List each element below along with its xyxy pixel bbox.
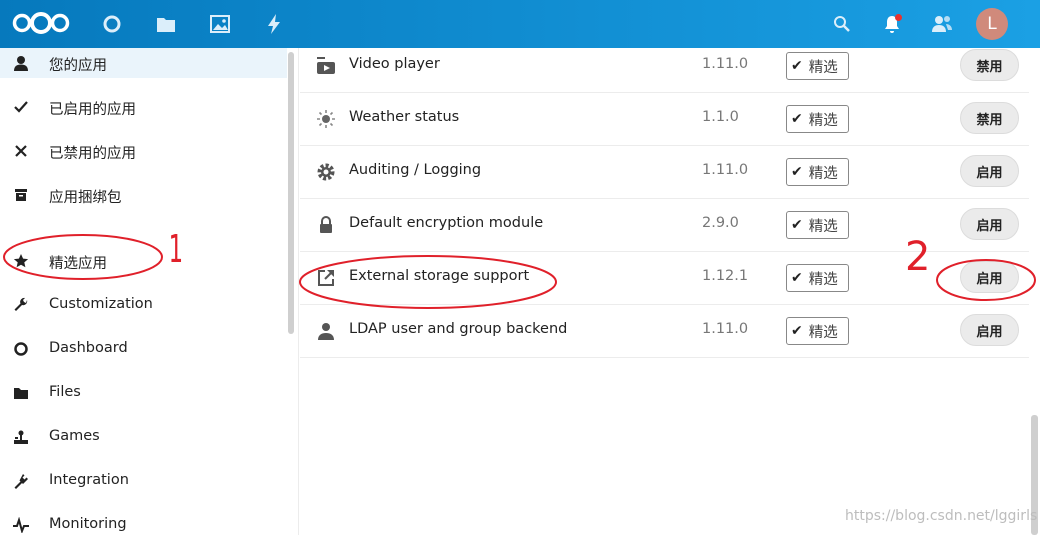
sidebar-item-label: 已启用的应用 [49, 102, 136, 118]
check-icon: ✔ [791, 164, 803, 180]
disable-button[interactable]: 禁用 [960, 102, 1019, 134]
enable-button[interactable]: 启用 [960, 208, 1019, 240]
check-icon: ✔ [791, 217, 803, 233]
app-name[interactable]: Video player [349, 56, 440, 72]
featured-badge: ✔ 精选 [786, 211, 849, 239]
sidebar-item-label: Monitoring [49, 516, 127, 532]
sidebar-item-customization[interactable]: Customization [0, 286, 287, 326]
badge-label: 精选 [808, 112, 838, 129]
app-row-external-storage: External storage support 1.12.1 ✔ 精选 启用 [300, 251, 1029, 305]
files-icon[interactable] [154, 12, 178, 36]
pulse-icon [12, 516, 30, 534]
app-name[interactable]: External storage support [349, 268, 529, 284]
contacts-icon[interactable] [930, 12, 954, 36]
app-version: 1.11.0 [702, 162, 749, 178]
user-icon [12, 54, 30, 72]
user-icon [316, 321, 336, 341]
sidebar-item-app-bundles[interactable]: 应用捆绑包 [0, 176, 287, 216]
app-name[interactable]: Default encryption module [349, 215, 543, 231]
sidebar-item-label: Customization [49, 296, 153, 312]
external-link-icon [316, 268, 336, 288]
lock-icon [316, 215, 336, 235]
featured-badge: ✔ 精选 [786, 105, 849, 133]
app-row-default-encryption: Default encryption module 2.9.0 ✔ 精选 启用 [300, 198, 1029, 252]
sidebar-item-integration[interactable]: Integration [0, 462, 287, 502]
enable-button[interactable]: 启用 [960, 155, 1019, 187]
featured-badge: ✔ 精选 [786, 317, 849, 345]
folder-icon [12, 384, 30, 402]
app-version: 2.9.0 [702, 215, 739, 231]
disable-button[interactable]: 禁用 [960, 49, 1019, 81]
bundle-icon [12, 186, 30, 204]
app-name[interactable]: Auditing / Logging [349, 162, 481, 178]
sidebar-item-dashboard[interactable]: Dashboard [0, 330, 287, 370]
check-icon: ✔ [791, 111, 803, 127]
check-icon [12, 98, 30, 116]
sun-icon [316, 109, 336, 129]
sidebar-item-label: 已禁用的应用 [49, 146, 136, 162]
sidebar-item-label: 精选应用 [49, 256, 107, 272]
sidebar-item-label: 应用捆绑包 [49, 190, 122, 206]
app-version: 1.1.0 [702, 109, 739, 125]
sidebar-item-label: Files [49, 384, 81, 400]
enable-button[interactable]: 启用 [960, 261, 1019, 293]
app-version: 1.11.0 [702, 56, 749, 72]
search-icon[interactable] [830, 12, 854, 36]
featured-badge: ✔ 精选 [786, 264, 849, 292]
avatar[interactable]: L [976, 8, 1008, 40]
sidebar-item-monitoring[interactable]: Monitoring [0, 506, 287, 546]
featured-badge: ✔ 精选 [786, 52, 849, 80]
plug-icon [12, 472, 30, 490]
app-row-weather-status: Weather status 1.1.0 ✔ 精选 禁用 [300, 92, 1029, 146]
watermark: https://blog.csdn.net/lggirls [845, 508, 1038, 524]
sidebar-item-enabled-apps[interactable]: 已启用的应用 [0, 88, 287, 128]
app-row-ldap: LDAP user and group backend 1.11.0 ✔ 精选 启… [300, 304, 1029, 358]
sidebar-item-your-apps[interactable]: 您的应用 [0, 44, 287, 84]
joystick-icon [12, 428, 30, 446]
sidebar-scrollbar[interactable] [288, 52, 294, 334]
video-icon [316, 56, 336, 76]
app-name[interactable]: Weather status [349, 109, 459, 125]
sidebar-item-files[interactable]: Files [0, 374, 287, 414]
badge-label: 精选 [808, 324, 838, 341]
sidebar-item-label: Integration [49, 472, 129, 488]
check-icon: ✔ [791, 323, 803, 339]
sidebar-item-games[interactable]: Games [0, 418, 287, 458]
badge-label: 精选 [808, 165, 838, 182]
badge-label: 精选 [808, 271, 838, 288]
sidebar-item-disabled-apps[interactable]: 已禁用的应用 [0, 132, 287, 172]
sidebar-item-label: 您的应用 [49, 58, 107, 74]
gear-icon [316, 162, 336, 182]
check-icon: ✔ [791, 270, 803, 286]
sidebar-item-label: Games [49, 428, 100, 444]
app-sidebar: 您的应用 已启用的应用 已禁用的应用 应用捆绑包 精选应用 Customizat… [0, 48, 299, 535]
enable-button[interactable]: 启用 [960, 314, 1019, 346]
app-version: 1.12.1 [702, 268, 749, 284]
badge-label: 精选 [808, 59, 838, 76]
app-name[interactable]: LDAP user and group backend [349, 321, 567, 337]
close-icon [12, 142, 30, 160]
wrench-icon [12, 296, 30, 314]
star-icon [12, 252, 30, 270]
sidebar-item-featured-apps[interactable]: 精选应用 [0, 242, 287, 282]
nextcloud-logo[interactable] [10, 10, 72, 40]
notification-dot [895, 14, 902, 21]
badge-label: 精选 [808, 218, 838, 235]
app-version: 1.11.0 [702, 321, 749, 337]
app-row-video-player: Video player 1.11.0 ✔ 精选 禁用 [300, 39, 1029, 93]
featured-badge: ✔ 精选 [786, 158, 849, 186]
sidebar-item-label: Dashboard [49, 340, 128, 356]
dashboard-icon[interactable] [100, 12, 124, 36]
check-icon: ✔ [791, 58, 803, 74]
photos-icon[interactable] [208, 12, 232, 36]
activity-icon[interactable] [262, 12, 286, 36]
app-row-auditing-logging: Auditing / Logging 1.11.0 ✔ 精选 启用 [300, 145, 1029, 199]
circle-icon [12, 340, 30, 358]
